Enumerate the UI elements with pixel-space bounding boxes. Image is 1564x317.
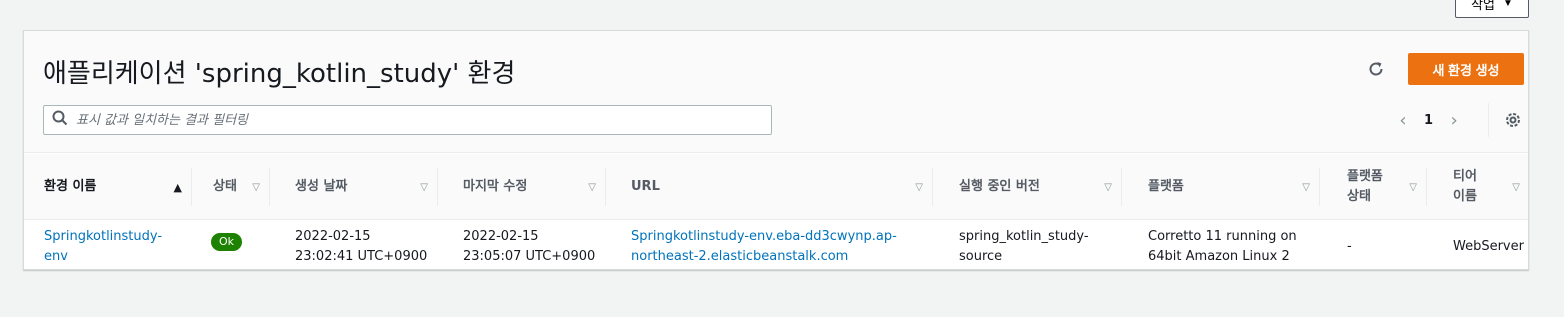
version-cell: spring_kotlin_study- source	[959, 227, 1089, 267]
sort-icon: ▽	[1302, 181, 1310, 193]
column-label: 플랫폼 상태	[1347, 169, 1383, 204]
status-badge: Ok	[211, 233, 243, 251]
gear-icon[interactable]	[1502, 109, 1524, 131]
search-field[interactable]	[43, 105, 772, 135]
created-time: 23:02:41 UTC+0900	[295, 249, 428, 264]
pager-divider	[1488, 103, 1489, 137]
column-header-url[interactable]: URL ▽	[606, 154, 933, 220]
table-row: Springkotlinstudy-env Ok 2022-02-15 23:0…	[24, 221, 1528, 271]
column-header-name[interactable]: 환경 이름 ▲	[24, 154, 192, 220]
env-name-cell: Springkotlinstudy-env	[44, 227, 184, 267]
platform-status-cell: -	[1347, 239, 1352, 254]
sort-ascending-icon: ▲	[173, 180, 182, 194]
page-title: 애플리케이션 'spring_kotlin_study' 환경	[43, 59, 516, 89]
sort-icon: ▽	[252, 181, 260, 193]
version-line1: spring_kotlin_study-	[959, 229, 1089, 244]
sort-icon: ▽	[1409, 181, 1417, 193]
created-cell: 2022-02-15 23:02:41 UTC+0900	[295, 227, 427, 267]
status-cell: Ok	[211, 225, 243, 252]
column-header-created[interactable]: 생성 날짜 ▽	[270, 154, 438, 220]
modified-cell: 2022-02-15 23:05:07 UTC+0900	[463, 227, 595, 267]
search-icon	[52, 110, 68, 130]
url-cell: Springkotlinstudy-env.eba-dd3cwynp.ap- n…	[631, 227, 897, 267]
column-header-status[interactable]: 상태 ▽	[192, 154, 270, 220]
platform-line2: 64bit Amazon Linux 2	[1148, 249, 1290, 264]
column-header-platform[interactable]: 플랫폼 ▽	[1122, 154, 1320, 220]
column-label: 플랫폼	[1148, 179, 1184, 194]
search-input[interactable]	[76, 112, 756, 128]
sort-icon: ▽	[420, 181, 428, 193]
column-label: 상태	[213, 179, 237, 194]
sort-icon: ▽	[915, 181, 923, 193]
actions-button[interactable]: 작업 ▼	[1455, 0, 1529, 18]
caret-down-icon: ▼	[1503, 0, 1513, 9]
panel-header: 애플리케이션 'spring_kotlin_study' 환경 새 환경 생성 …	[24, 31, 1528, 153]
column-label: 생성 날짜	[295, 179, 348, 194]
table-header: 환경 이름 ▲ 상태 ▽ 생성 날짜 ▽ 마지막 수정 ▽ URL ▽ 실행 중…	[24, 154, 1528, 220]
env-name-link[interactable]: Springkotlinstudy-env	[44, 227, 174, 267]
column-label: 환경 이름	[44, 179, 97, 194]
prev-page-icon[interactable]: ‹	[1396, 110, 1410, 131]
url-link-line1[interactable]: Springkotlinstudy-env.eba-dd3cwynp.ap-	[631, 227, 897, 247]
refresh-icon[interactable]	[1364, 57, 1388, 81]
next-page-icon[interactable]: ›	[1447, 110, 1461, 131]
pagination: ‹ 1 ›	[1396, 107, 1461, 133]
modified-time: 23:05:07 UTC+0900	[463, 249, 596, 264]
create-environment-button[interactable]: 새 환경 생성	[1408, 53, 1524, 85]
column-label: 실행 중인 버전	[959, 179, 1040, 194]
platform-line1: Corretto 11 running on	[1148, 229, 1297, 244]
sort-icon: ▽	[588, 181, 596, 193]
tier-cell: WebServer	[1453, 239, 1524, 254]
sort-icon: ▽	[1512, 181, 1520, 193]
current-page[interactable]: 1	[1424, 113, 1433, 128]
url-link-line2[interactable]: northeast-2.elasticbeanstalk.com	[631, 247, 897, 267]
actions-button-label: 작업	[1471, 0, 1495, 12]
sort-icon: ▽	[1104, 181, 1112, 193]
column-label: 마지막 수정	[463, 179, 528, 194]
version-line2: source	[959, 249, 1003, 264]
platform-cell: Corretto 11 running on 64bit Amazon Linu…	[1148, 227, 1297, 267]
column-label: URL	[631, 179, 660, 194]
created-date: 2022-02-15	[295, 229, 371, 244]
column-header-platform-status[interactable]: 플랫폼 상태 ▽	[1320, 154, 1427, 220]
modified-date: 2022-02-15	[463, 229, 539, 244]
column-label: 티어 이름	[1453, 169, 1477, 204]
column-header-version[interactable]: 실행 중인 버전 ▽	[933, 154, 1122, 220]
column-header-modified[interactable]: 마지막 수정 ▽	[438, 154, 606, 220]
column-header-tier[interactable]: 티어 이름 ▽	[1427, 154, 1530, 220]
environments-panel: 애플리케이션 'spring_kotlin_study' 환경 새 환경 생성 …	[23, 30, 1529, 270]
